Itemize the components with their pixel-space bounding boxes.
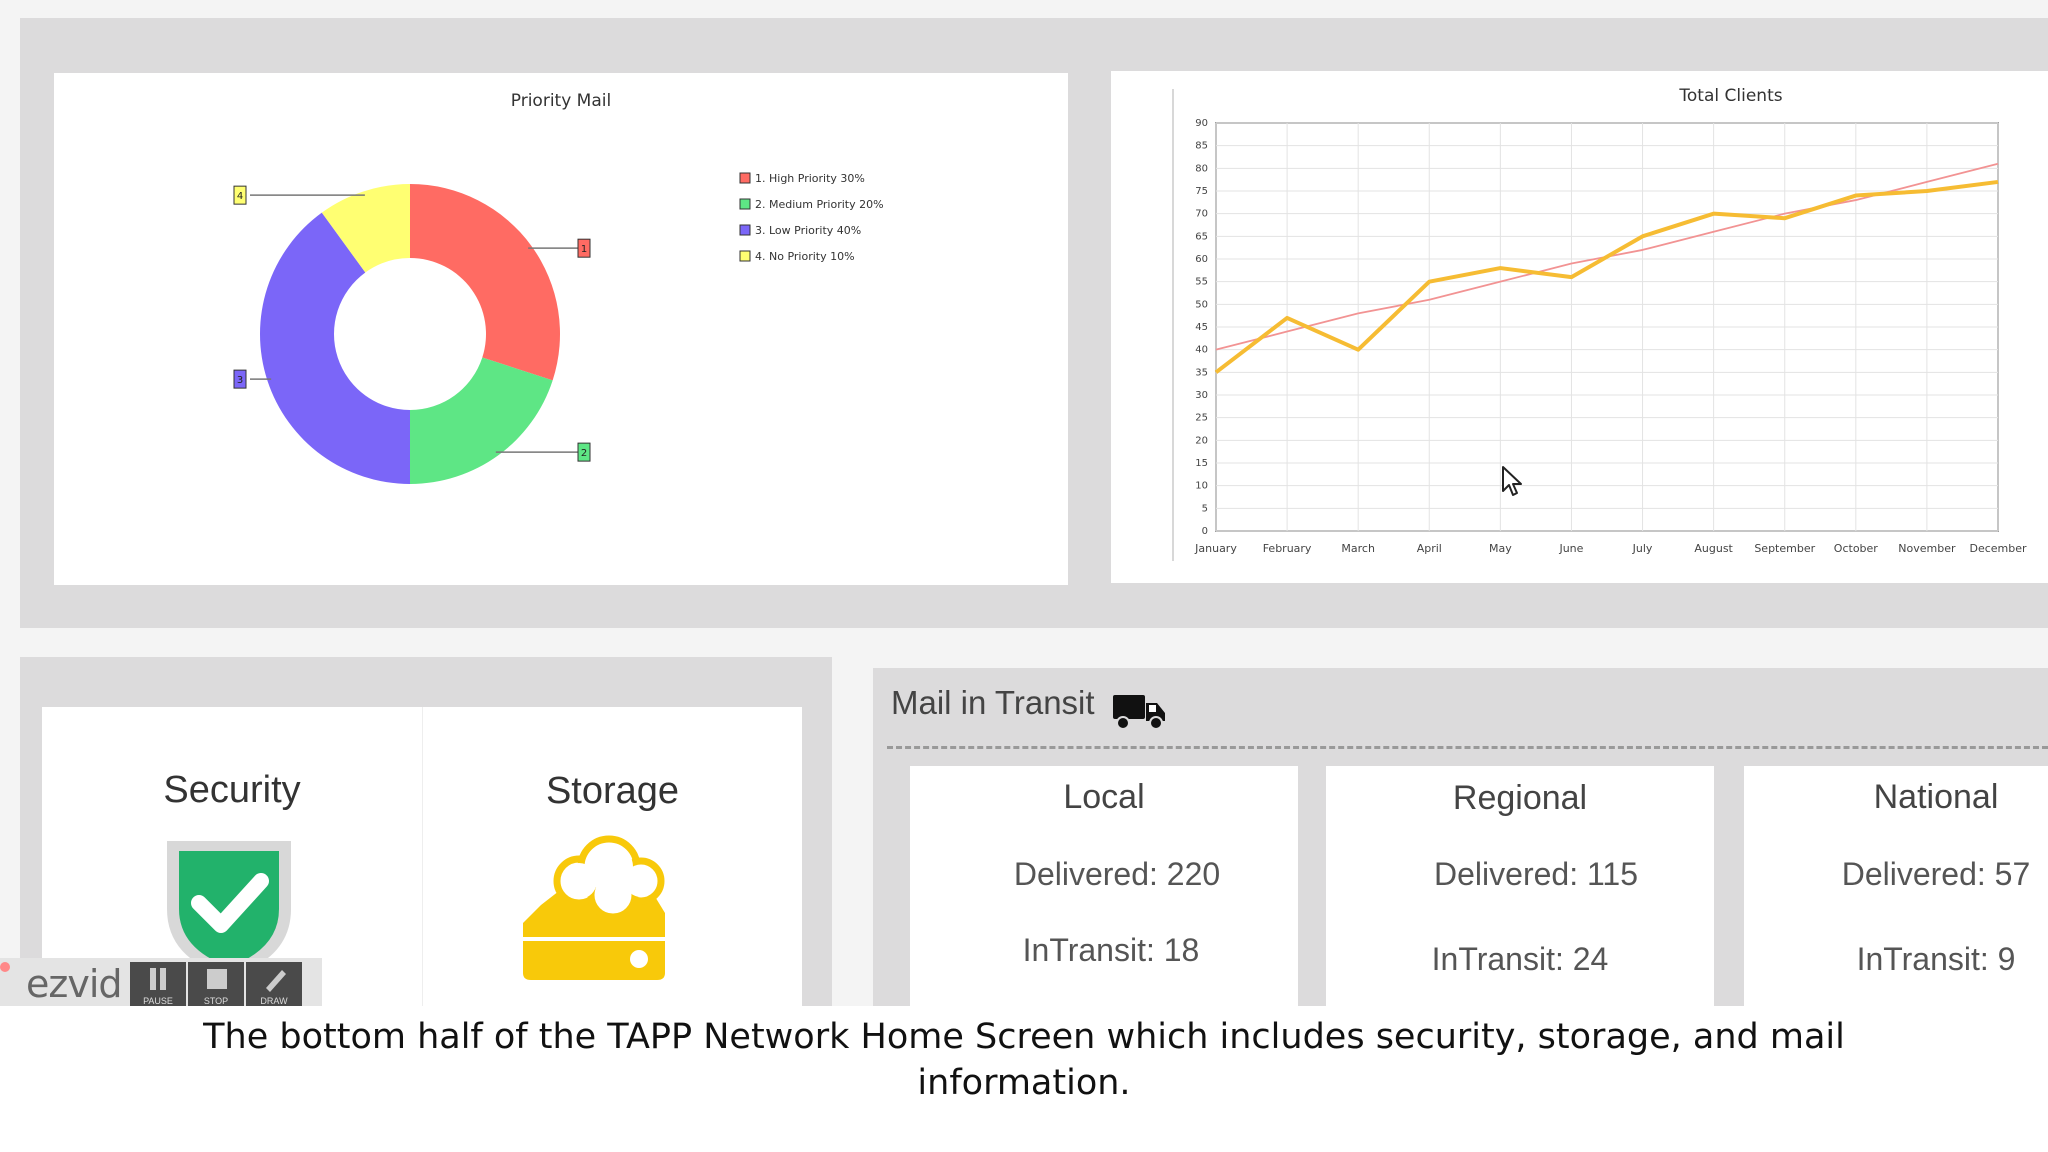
- y-tick-label: 90: [1195, 118, 1208, 129]
- y-tick-label: 20: [1195, 435, 1208, 446]
- local-delivered: Delivered: 220: [1013, 856, 1221, 892]
- y-tick-label: 55: [1195, 277, 1208, 288]
- regional-intransit: InTransit: 24: [1431, 941, 1609, 977]
- x-tick-label: September: [1754, 542, 1815, 555]
- cloud-storage-icon: [523, 835, 665, 980]
- ezvid-logo: ezvid: [26, 962, 122, 1006]
- national-intransit: InTransit: 9: [1856, 941, 2016, 977]
- y-tick-label: 65: [1195, 231, 1208, 242]
- x-tick-label: December: [1969, 542, 2027, 555]
- y-tick-label: 85: [1195, 141, 1208, 152]
- y-tick-label: 40: [1195, 345, 1208, 356]
- national-title: National: [1873, 778, 1999, 816]
- y-tick-label: 0: [1202, 526, 1208, 537]
- total-clients-line-chart: 0 5 10 15 20 25 30 35 40 45 50 55 60 65 70 75 80 85 90 Janu…: [1172, 89, 2027, 561]
- slice-marker-label: 3: [237, 375, 243, 386]
- y-tick-label: 50: [1195, 299, 1208, 310]
- shield-check-icon: [167, 841, 291, 977]
- dashboard-screen: Priority Mail 1 2 3 4 1. High Priority 30% 2.…: [0, 0, 2048, 1006]
- stop-button[interactable]: STOP: [188, 962, 244, 1006]
- caption-line-2: information.: [917, 1063, 1131, 1103]
- local-intransit: InTransit: 18: [1022, 932, 1200, 968]
- legend-label: 4. No Priority 10%: [755, 250, 855, 263]
- donut-slice: [410, 357, 553, 484]
- priority-mail-card: Priority Mail 1 2 3 4 1. High Priority 30% 2.…: [54, 73, 1068, 585]
- y-tick-label: 60: [1195, 254, 1208, 265]
- local-card[interactable]: Local Delivered: 220 InTransit: 18: [910, 766, 1298, 1006]
- x-tick-label: October: [1834, 542, 1878, 555]
- regional-title: Regional: [1452, 779, 1588, 817]
- x-tick-label: January: [1194, 542, 1237, 555]
- record-indicator: [0, 962, 10, 972]
- x-tick-label: February: [1263, 542, 1312, 555]
- y-tick-label: 10: [1195, 481, 1208, 492]
- pause-icon: [150, 968, 166, 990]
- storage-label: Storage: [545, 770, 680, 812]
- y-tick-label: 70: [1195, 209, 1208, 220]
- legend-label: 3. Low Priority 40%: [755, 224, 861, 237]
- clients-series-line: [1214, 179, 1999, 374]
- y-tick-label: 45: [1195, 322, 1208, 333]
- security-label: Security: [163, 769, 301, 811]
- y-tick-label: 5: [1202, 503, 1208, 514]
- caption-line-1: The bottom half of the TAPP Network Home…: [203, 1017, 1845, 1057]
- draw-label: DRAW: [260, 996, 288, 1006]
- legend-swatch: [739, 250, 751, 262]
- x-tick-label: April: [1417, 542, 1442, 555]
- x-tick-label: November: [1898, 542, 1956, 555]
- y-tick-label: 25: [1195, 413, 1208, 424]
- national-card[interactable]: National Delivered: 57 InTransit: 9: [1744, 766, 2048, 1006]
- donut-slice: [410, 184, 560, 381]
- national-delivered: Delivered: 57: [1841, 856, 2031, 892]
- storage-tile[interactable]: Storage: [422, 707, 802, 1006]
- local-title: Local: [1063, 778, 1145, 816]
- x-tick-label: May: [1489, 542, 1512, 555]
- stop-label: STOP: [203, 996, 229, 1006]
- slide-caption: The bottom half of the TAPP Network Home…: [0, 1014, 2048, 1106]
- regional-delivered: Delivered: 115: [1434, 856, 1638, 892]
- x-tick-label: March: [1341, 542, 1375, 555]
- slice-marker-label: 1: [581, 244, 587, 255]
- x-tick-label: June: [1558, 542, 1583, 555]
- slice-marker-label: 4: [237, 191, 243, 202]
- stop-icon: [207, 969, 227, 989]
- mail-in-transit-heading: Mail in Transit: [891, 684, 1095, 721]
- x-tick-label: August: [1694, 542, 1733, 555]
- slice-marker-label: 2: [581, 448, 587, 459]
- pause-button[interactable]: PAUSE: [130, 962, 186, 1006]
- recorder-toolbar: ezvid PAUSE STOP DRAW: [0, 958, 322, 1006]
- legend-label: 2. Medium Priority 20%: [755, 198, 884, 211]
- regional-card[interactable]: Regional Delivered: 115 InTransit: 24: [1326, 766, 1714, 1006]
- legend-label: 1. High Priority 30%: [755, 172, 865, 185]
- total-clients-card: Total Clients 0 5 10 15 20 25 30 35 40 45 50 55 60 65…: [1111, 71, 2048, 583]
- transit-divider: [887, 746, 2048, 749]
- priority-mail-donut-chart: 1 2 3 4 1. High Priority 30% 2. Medium Priori…: [233, 172, 884, 484]
- pause-label: PAUSE: [143, 996, 173, 1006]
- y-tick-label: 80: [1195, 163, 1208, 174]
- pencil-icon: [266, 970, 286, 992]
- x-tick-label: July: [1632, 542, 1653, 555]
- y-tick-label: 30: [1195, 390, 1208, 401]
- legend-swatch: [739, 172, 751, 184]
- truck-icon: [1113, 695, 1165, 730]
- mouse-pointer-icon: [1502, 466, 1522, 496]
- legend-swatch: [739, 224, 751, 236]
- mail-in-transit-panel: Mail in Transit Local Delivered: 220 InT…: [873, 668, 2048, 1006]
- draw-button[interactable]: DRAW: [246, 962, 302, 1006]
- y-tick-label: 15: [1195, 458, 1208, 469]
- y-tick-label: 35: [1195, 367, 1208, 378]
- y-tick-label: 75: [1195, 186, 1208, 197]
- legend-swatch: [739, 198, 751, 210]
